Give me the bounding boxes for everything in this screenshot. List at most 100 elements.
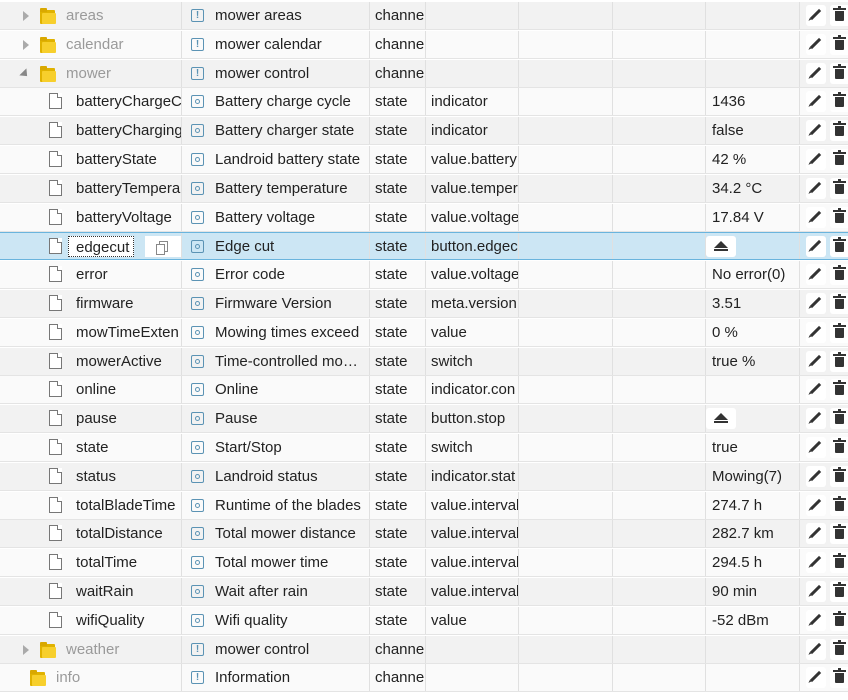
object-name: mower control xyxy=(215,641,310,658)
pencil-icon[interactable] xyxy=(806,149,826,170)
trash-icon[interactable] xyxy=(830,34,848,55)
trash-icon[interactable] xyxy=(830,639,848,660)
pencil-icon[interactable] xyxy=(806,523,826,544)
pencil-icon[interactable] xyxy=(806,322,826,343)
pencil-icon[interactable] xyxy=(806,5,826,26)
trash-icon[interactable] xyxy=(830,437,848,458)
tree-row-edgecut[interactable]: edgecut Edge cut state button.edgec xyxy=(0,232,848,260)
tree-row-batteryTempera[interactable]: batteryTempera Battery temperature state va… xyxy=(0,175,848,203)
pencil-icon[interactable] xyxy=(806,581,826,602)
object-id: areas xyxy=(66,7,104,24)
expand-arrow-icon[interactable] xyxy=(23,11,29,21)
pencil-icon[interactable] xyxy=(806,178,826,199)
name-cell: Firmware Version xyxy=(182,290,370,317)
tree-row-firmware[interactable]: firmware Firmware Version state meta.versio… xyxy=(0,290,848,318)
tree-row-totalBladeTime[interactable]: totalBladeTime Runtime of the blades state… xyxy=(0,492,848,520)
room-cell xyxy=(519,578,613,605)
object-name: Online xyxy=(215,381,259,398)
room-cell xyxy=(519,348,613,375)
tree-row-waitRain[interactable]: waitRain Wait after rain state value.interv… xyxy=(0,578,848,606)
trash-icon[interactable] xyxy=(830,610,848,631)
role-cell xyxy=(426,636,519,663)
pencil-icon[interactable] xyxy=(806,34,826,55)
tree-row-batteryCharging[interactable]: batteryCharging Battery charger state stat… xyxy=(0,117,848,145)
pencil-icon[interactable] xyxy=(806,207,826,228)
tree-row-batteryVoltage[interactable]: batteryVoltage Battery voltage state value.… xyxy=(0,204,848,232)
trash-icon[interactable] xyxy=(830,322,848,343)
trash-icon[interactable] xyxy=(830,178,848,199)
pencil-icon[interactable] xyxy=(806,495,826,516)
pencil-icon[interactable] xyxy=(806,667,826,688)
pencil-icon[interactable] xyxy=(806,120,826,141)
pencil-icon[interactable] xyxy=(806,293,826,314)
name-cell: ! mower calendar xyxy=(182,31,370,58)
document-icon xyxy=(49,468,62,484)
role-cell: value.voltage xyxy=(426,261,519,288)
trash-icon[interactable] xyxy=(830,207,848,228)
expand-arrow-icon[interactable] xyxy=(23,645,29,655)
room-cell xyxy=(519,2,613,29)
tree-row-state[interactable]: state Start/Stop state switch true xyxy=(0,434,848,462)
pencil-icon[interactable] xyxy=(806,379,826,400)
pencil-icon[interactable] xyxy=(806,264,826,285)
tree-row-online[interactable]: online Online state indicator.con xyxy=(0,376,848,404)
pencil-icon[interactable] xyxy=(806,610,826,631)
role-cell: value.interval xyxy=(426,492,519,519)
pencil-icon[interactable] xyxy=(806,639,826,660)
pencil-icon[interactable] xyxy=(806,63,826,84)
trash-icon[interactable] xyxy=(830,667,848,688)
eject-button-icon[interactable] xyxy=(706,236,736,257)
role-cell: indicator xyxy=(426,88,519,115)
trash-icon[interactable] xyxy=(830,408,848,429)
tree-row-error[interactable]: error Error code state value.voltage No erro… xyxy=(0,261,848,289)
eject-button-icon[interactable] xyxy=(706,408,736,429)
trash-icon[interactable] xyxy=(830,264,848,285)
tree-row-mower[interactable]: mower! mower control channe xyxy=(0,60,848,88)
trash-icon[interactable] xyxy=(830,466,848,487)
tree-row-totalTime[interactable]: totalTime Total mower time state value.inte… xyxy=(0,549,848,577)
trash-icon[interactable] xyxy=(830,351,848,372)
tree-row-pause[interactable]: pause Pause state button.stop xyxy=(0,405,848,433)
tree-row-wifiQuality[interactable]: wifiQuality Wifi quality state value -52 dBm xyxy=(0,607,848,635)
type-cell: state xyxy=(370,405,426,432)
trash-icon[interactable] xyxy=(830,120,848,141)
pencil-icon[interactable] xyxy=(806,437,826,458)
tree-row-areas[interactable]: areas! mower areas channe xyxy=(0,2,848,30)
tree-row-status[interactable]: status Landroid status state indicator.stat… xyxy=(0,463,848,491)
type-cell: channe xyxy=(370,2,426,29)
trash-icon[interactable] xyxy=(830,379,848,400)
type-cell: state xyxy=(370,578,426,605)
pencil-icon[interactable] xyxy=(806,236,826,257)
tree-row-calendar[interactable]: calendar! mower calendar channe xyxy=(0,31,848,59)
trash-icon[interactable] xyxy=(830,236,848,257)
pencil-icon[interactable] xyxy=(806,408,826,429)
tree-row-totalDistance[interactable]: totalDistance Total mower distance state va… xyxy=(0,520,848,548)
role-cell: value.voltage xyxy=(426,204,519,231)
id-edit-box[interactable]: edgecut xyxy=(68,236,134,257)
trash-icon[interactable] xyxy=(830,91,848,112)
trash-icon[interactable] xyxy=(830,63,848,84)
copy-icon[interactable] xyxy=(145,236,181,257)
pencil-icon[interactable] xyxy=(806,466,826,487)
tree-row-info[interactable]: info! Information channe xyxy=(0,664,848,692)
pencil-icon[interactable] xyxy=(806,351,826,372)
trash-icon[interactable] xyxy=(830,149,848,170)
tree-row-batteryState[interactable]: batteryState Landroid battery state state v… xyxy=(0,146,848,174)
tree-row-mowerActive[interactable]: mowerActive Time-controlled mow… state swit… xyxy=(0,348,848,376)
object-type: state xyxy=(375,410,408,427)
trash-icon[interactable] xyxy=(830,523,848,544)
trash-icon[interactable] xyxy=(830,581,848,602)
pencil-icon[interactable] xyxy=(806,552,826,573)
trash-icon[interactable] xyxy=(830,552,848,573)
value-cell xyxy=(706,405,800,432)
tree-row-weather[interactable]: weather! mower control channe xyxy=(0,636,848,664)
trash-icon[interactable] xyxy=(830,293,848,314)
pencil-icon[interactable] xyxy=(806,91,826,112)
trash-icon[interactable] xyxy=(830,495,848,516)
tree-row-mowTimeExten[interactable]: mowTimeExten Mowing times exceed state valu… xyxy=(0,319,848,347)
trash-icon[interactable] xyxy=(830,5,848,26)
type-cell: state xyxy=(370,175,426,202)
collapse-arrow-icon[interactable] xyxy=(19,68,31,80)
expand-arrow-icon[interactable] xyxy=(23,40,29,50)
tree-row-batteryChargeC[interactable]: batteryChargeC Battery charge cycle state i… xyxy=(0,88,848,116)
